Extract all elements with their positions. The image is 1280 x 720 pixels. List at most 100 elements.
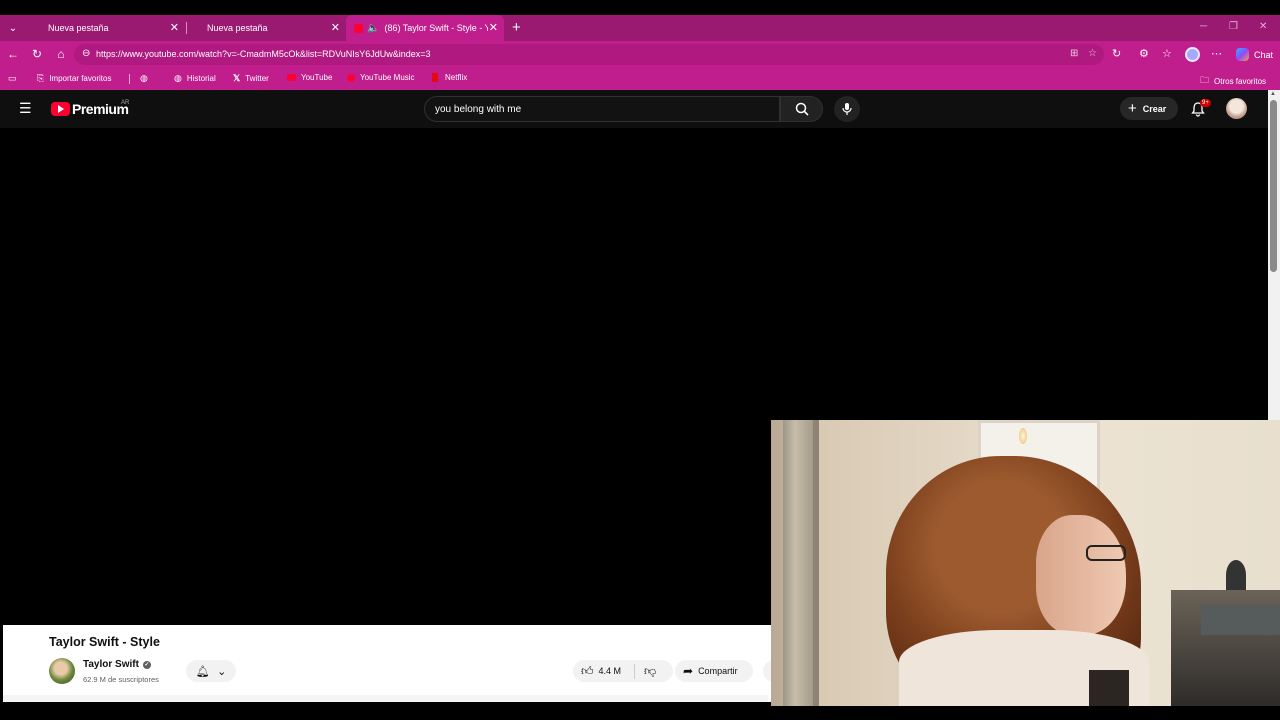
tab-title: Nueva pestaña xyxy=(207,23,268,33)
browser-refresh-extension-icon[interactable]: ↻ xyxy=(1112,47,1121,60)
profile-icon[interactable] xyxy=(1185,47,1200,62)
share-arrow-icon: ➦ xyxy=(683,664,694,678)
webcam-person-top xyxy=(1089,670,1129,706)
webcam-door-frame xyxy=(813,420,819,706)
tab-title: Nueva pestaña xyxy=(48,23,109,33)
x-logo-icon: 𝕏 xyxy=(233,73,241,83)
collections-icon[interactable]: ▭ xyxy=(8,73,22,84)
bookmark-youtube[interactable]: YouTube xyxy=(287,73,332,82)
thumbs-up-icon: 👍︎ xyxy=(581,663,594,678)
favorite-star-icon[interactable]: ☆ xyxy=(1088,48,1097,59)
voice-search-button[interactable] xyxy=(834,96,860,122)
microphone-icon xyxy=(842,103,852,115)
bookmark-netflix[interactable]: Netflix xyxy=(432,73,467,82)
webcam-overlay xyxy=(771,420,1280,706)
channel-avatar[interactable] xyxy=(49,658,75,684)
tab-bar: ⌄ Nueva pestaña ✕ Nueva pestaña ✕ 🔈 (86)… xyxy=(0,15,1280,41)
logo-text: Premium xyxy=(72,101,129,117)
dislike-button[interactable]: 👎︎ xyxy=(635,664,656,679)
bookmark-youtube-music[interactable]: YouTube Music xyxy=(347,73,415,82)
bookmark-label: Importar favoritos xyxy=(49,74,112,83)
plus-icon: + xyxy=(1128,99,1137,117)
other-bookmarks-folder[interactable]: 🗀 Otros favoritos xyxy=(1200,73,1266,89)
search-button[interactable] xyxy=(780,96,823,122)
tab-new-1[interactable]: Nueva pestaña ✕ xyxy=(40,15,185,41)
webcam-door xyxy=(783,420,813,706)
subscription-notification-button[interactable]: 🔔︎ ⌄ xyxy=(186,660,236,682)
back-arrow-icon[interactable]: ← xyxy=(5,46,21,62)
bottom-border xyxy=(0,702,771,720)
video-info-panel: Taylor Swift - Style Taylor Swift ✓ 62.9… xyxy=(3,625,775,702)
scrollbar-thumb[interactable] xyxy=(1270,100,1277,272)
extensions-icon[interactable]: ⚙ xyxy=(1139,47,1149,60)
subscriber-count: 62.9 M de suscriptores xyxy=(83,675,159,684)
channel-name: Taylor Swift xyxy=(83,659,139,670)
thumbs-down-icon: 👎︎ xyxy=(644,663,657,678)
bookmark-historial[interactable]: ◍ Historial xyxy=(174,73,216,84)
url-text: https://www.youtube.com/watch?v=-CmadmM5… xyxy=(96,49,431,59)
bookmark-import[interactable]: ⎘ Importar favoritos xyxy=(37,73,111,84)
top-border xyxy=(0,0,1280,15)
youtube-play-icon xyxy=(51,102,70,116)
bookmark-label: Historial xyxy=(186,74,216,83)
notification-badge: 9+ xyxy=(1200,99,1211,107)
home-icon[interactable]: ⌂ xyxy=(53,46,69,62)
bookmark-twitter[interactable]: 𝕏 Twitter xyxy=(233,73,269,84)
country-code: AR xyxy=(121,100,130,106)
user-avatar[interactable] xyxy=(1226,98,1247,119)
verified-check-icon: ✓ xyxy=(142,660,151,669)
channel-name-link[interactable]: Taylor Swift ✓ xyxy=(83,659,151,670)
window-close-icon[interactable]: ✕ xyxy=(1259,21,1267,32)
globe-icon: ◍ xyxy=(174,73,182,83)
other-bookmarks-label: Otros favoritos xyxy=(1214,76,1267,86)
globe-icon[interactable]: ◍ xyxy=(140,73,153,84)
close-icon[interactable]: ✕ xyxy=(170,21,179,34)
close-icon[interactable]: ✕ xyxy=(489,21,498,34)
scroll-up-arrow-icon[interactable]: ▲ xyxy=(1270,91,1276,97)
maximize-icon[interactable]: ❐ xyxy=(1229,21,1238,32)
search-input[interactable]: you belong with me xyxy=(424,96,780,122)
webcam-person-face xyxy=(1036,515,1126,635)
bookmarks-bar: ▭ ⎘ Importar favoritos ◍ ◍ Historial 𝕏 T… xyxy=(0,68,1280,90)
search-query: you belong with me xyxy=(435,104,522,115)
speaker-icon[interactable]: 🔈 xyxy=(367,23,379,34)
app-available-icon[interactable]: ⊞ xyxy=(1070,48,1078,59)
netflix-icon xyxy=(432,73,438,82)
tab-youtube-active[interactable]: 🔈 (86) Taylor Swift - Style - YouT ✕ xyxy=(346,15,504,41)
bookmark-divider xyxy=(129,74,130,84)
new-tab-plus-icon[interactable]: + xyxy=(512,20,521,35)
folder-icon: 🗀 xyxy=(1200,75,1210,85)
site-info-icon[interactable]: ⊖ xyxy=(82,48,90,59)
webcam-desk xyxy=(1201,605,1280,635)
refresh-icon[interactable]: ↻ xyxy=(29,46,45,62)
create-button[interactable]: + Crear xyxy=(1120,97,1178,120)
youtube-premium-logo[interactable]: Premium xyxy=(51,101,129,117)
youtube-music-icon xyxy=(347,73,355,82)
address-toolbar: ← ↻ ⌂ ⊖ https://www.youtube.com/watch?v=… xyxy=(0,41,1280,68)
page-bottom-edge xyxy=(3,695,768,702)
like-button[interactable]: 👍︎ 4.4 M xyxy=(573,663,635,679)
tab-actions-menu-icon[interactable]: ⌄ xyxy=(6,21,20,35)
close-icon[interactable]: ✕ xyxy=(331,21,340,34)
bookmark-label: YouTube xyxy=(301,73,333,82)
webcam-desk-lamp xyxy=(1226,560,1246,590)
copilot-chat-button[interactable]: Chat xyxy=(1232,46,1277,63)
youtube-header: ☰ Premium AR you belong with me + Crear … xyxy=(0,90,1268,128)
youtube-favicon-icon xyxy=(354,23,363,33)
bookmark-label: YouTube Music xyxy=(360,73,415,82)
favorites-icon[interactable]: ☆ xyxy=(1162,47,1172,60)
tab-new-2[interactable]: Nueva pestaña ✕ xyxy=(199,15,346,41)
chevron-down-icon: ⌄ xyxy=(217,665,227,678)
search-icon xyxy=(795,102,809,116)
import-icon: ⎘ xyxy=(37,73,45,83)
tab-title: (86) Taylor Swift - Style - YouT xyxy=(384,23,489,33)
chat-label: Chat xyxy=(1254,49,1274,60)
address-bar[interactable]: ⊖ https://www.youtube.com/watch?v=-Cmadm… xyxy=(74,44,1104,65)
more-options-icon[interactable]: ⋯ xyxy=(1211,47,1222,60)
bookmark-label: Twitter xyxy=(245,74,269,83)
bell-icon: 🔔︎ xyxy=(195,665,210,678)
bookmark-label: Netflix xyxy=(445,73,468,82)
hamburger-menu-icon[interactable]: ☰ xyxy=(19,101,33,115)
share-button[interactable]: ➦ Compartir xyxy=(675,660,753,682)
minimize-icon[interactable]: ─ xyxy=(1200,21,1207,32)
